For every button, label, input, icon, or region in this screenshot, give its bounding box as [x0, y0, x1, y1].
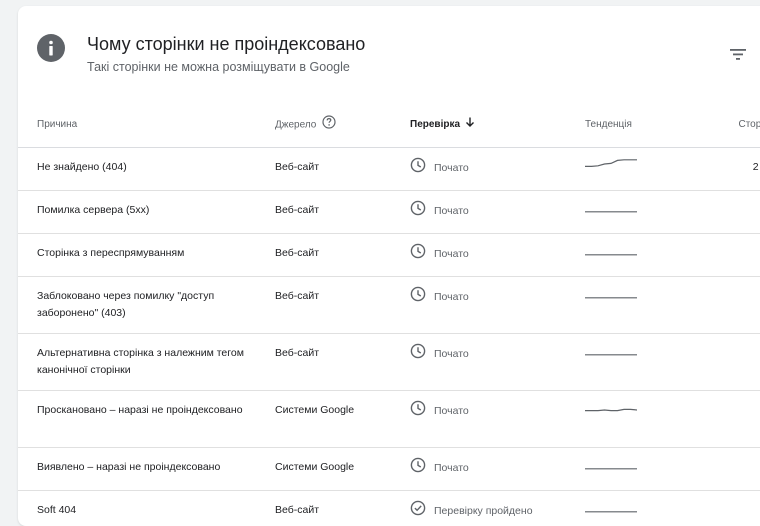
- reason-cell: Заблоковано через помилку "доступ заборо…: [18, 277, 275, 334]
- card-subtitle: Такі сторінки не можна розміщувати в Goo…: [87, 60, 350, 74]
- validation-status: Почато: [434, 160, 469, 177]
- pages-cell: 305: [675, 391, 760, 448]
- trend-cell: [585, 234, 675, 277]
- validation-status: Почато: [434, 460, 469, 477]
- clock-icon: [410, 400, 426, 422]
- validation-cell: Почато: [410, 234, 585, 277]
- column-header-label: Тенденція: [585, 119, 632, 130]
- validation-status: Почато: [434, 403, 469, 420]
- reason-cell: Не знайдено (404): [18, 148, 275, 191]
- filter-button[interactable]: [725, 43, 751, 65]
- table-header-row: Причина Джерело Перевірка Тенденція Стор…: [18, 102, 760, 148]
- clock-icon: [410, 457, 426, 479]
- validation-status: Почато: [434, 203, 469, 220]
- clock-icon: [410, 286, 426, 308]
- table-row[interactable]: Заблоковано через помилку "доступ заборо…: [18, 277, 760, 334]
- validation-cell: Перевірку пройдено: [410, 491, 585, 526]
- column-header-trend[interactable]: Тенденція: [585, 102, 675, 148]
- pages-cell: 2: [675, 334, 760, 391]
- table-row[interactable]: Проскановано – наразі не проіндексованоС…: [18, 391, 760, 448]
- source-cell: Веб-сайт: [275, 148, 410, 191]
- table-row[interactable]: Soft 404Веб-сайт Перевірку пройдено 0: [18, 491, 760, 526]
- column-header-pages[interactable]: Сторінки: [675, 102, 760, 148]
- validation-cell: Почато: [410, 391, 585, 448]
- clock-icon: [410, 343, 426, 365]
- reasons-table: Причина Джерело Перевірка Тенденція Стор…: [18, 102, 760, 526]
- card-title: Чому сторінки не проіндексовано: [87, 34, 365, 55]
- column-header-source[interactable]: Джерело: [275, 102, 410, 148]
- clock-icon: [410, 157, 426, 179]
- source-cell: Веб-сайт: [275, 491, 410, 526]
- trend-sparkline: [585, 200, 637, 214]
- clock-icon: [410, 243, 426, 265]
- source-cell: Системи Google: [275, 391, 410, 448]
- validation-cell: Почато: [410, 448, 585, 491]
- trend-line: [585, 160, 637, 167]
- trend-cell: [585, 334, 675, 391]
- validation-status: Почато: [434, 346, 469, 363]
- validation-cell: Почато: [410, 191, 585, 234]
- filter-icon: [725, 43, 751, 65]
- trend-cell: [585, 277, 675, 334]
- trend-cell: [585, 491, 675, 526]
- source-cell: Веб-сайт: [275, 277, 410, 334]
- pages-cell: 2 282: [675, 148, 760, 191]
- pages-cell: 44: [675, 234, 760, 277]
- column-header-label: Причина: [37, 119, 77, 130]
- trend-cell: [585, 448, 675, 491]
- reason-cell: Помилка сервера (5xx): [18, 191, 275, 234]
- trend-cell: [585, 191, 675, 234]
- reason-cell: Альтернативна сторінка з належним тегом …: [18, 334, 275, 391]
- table-row[interactable]: Не знайдено (404)Веб-сайт Почато 2 282: [18, 148, 760, 191]
- validation-status: Почато: [434, 289, 469, 306]
- not-indexed-reasons-card: Чому сторінки не проіндексовано Такі сто…: [18, 6, 760, 526]
- pages-cell: 0: [675, 491, 760, 526]
- trend-cell: [585, 391, 675, 448]
- validation-cell: Почато: [410, 148, 585, 191]
- pages-cell: 61: [675, 191, 760, 234]
- info-icon: [37, 34, 65, 62]
- table-row[interactable]: Виявлено – наразі не проіндексованоСисте…: [18, 448, 760, 491]
- trend-sparkline: [585, 457, 637, 471]
- pages-cell: 4: [675, 448, 760, 491]
- validation-status: Почато: [434, 246, 469, 263]
- source-cell: Системи Google: [275, 448, 410, 491]
- check-circle-icon: [410, 500, 426, 522]
- reason-cell: Soft 404: [18, 491, 275, 526]
- table-row[interactable]: Помилка сервера (5xx)Веб-сайт Почато 61: [18, 191, 760, 234]
- trend-line: [585, 409, 637, 410]
- reason-cell: Сторінка з переспрямуванням: [18, 234, 275, 277]
- card-header: Чому сторінки не проіндексовано Такі сто…: [18, 6, 760, 96]
- trend-sparkline: [585, 286, 637, 300]
- validation-cell: Почато: [410, 277, 585, 334]
- pages-cell: 5: [675, 277, 760, 334]
- clock-icon: [410, 200, 426, 222]
- source-cell: Веб-сайт: [275, 334, 410, 391]
- column-header-label: Сторінки: [738, 119, 760, 130]
- column-header-label: Перевірка: [410, 119, 460, 130]
- source-cell: Веб-сайт: [275, 191, 410, 234]
- trend-sparkline: [585, 343, 637, 357]
- help-icon[interactable]: [322, 115, 336, 132]
- reason-cell: Виявлено – наразі не проіндексовано: [18, 448, 275, 491]
- column-header-validation[interactable]: Перевірка: [410, 102, 585, 148]
- source-cell: Веб-сайт: [275, 234, 410, 277]
- table-row[interactable]: Альтернативна сторінка з належним тегом …: [18, 334, 760, 391]
- trend-sparkline: [585, 243, 637, 257]
- column-header-reason[interactable]: Причина: [18, 102, 275, 148]
- arrow-down-icon: [464, 116, 476, 131]
- reason-cell: Проскановано – наразі не проіндексовано: [18, 391, 275, 448]
- trend-sparkline: [585, 157, 637, 171]
- table-row[interactable]: Сторінка з переспрямуваннямВеб-сайт Почат…: [18, 234, 760, 277]
- validation-status: Перевірку пройдено: [434, 503, 533, 520]
- trend-cell: [585, 148, 675, 191]
- column-header-label: Джерело: [275, 119, 316, 130]
- validation-cell: Почато: [410, 334, 585, 391]
- trend-sparkline: [585, 400, 637, 414]
